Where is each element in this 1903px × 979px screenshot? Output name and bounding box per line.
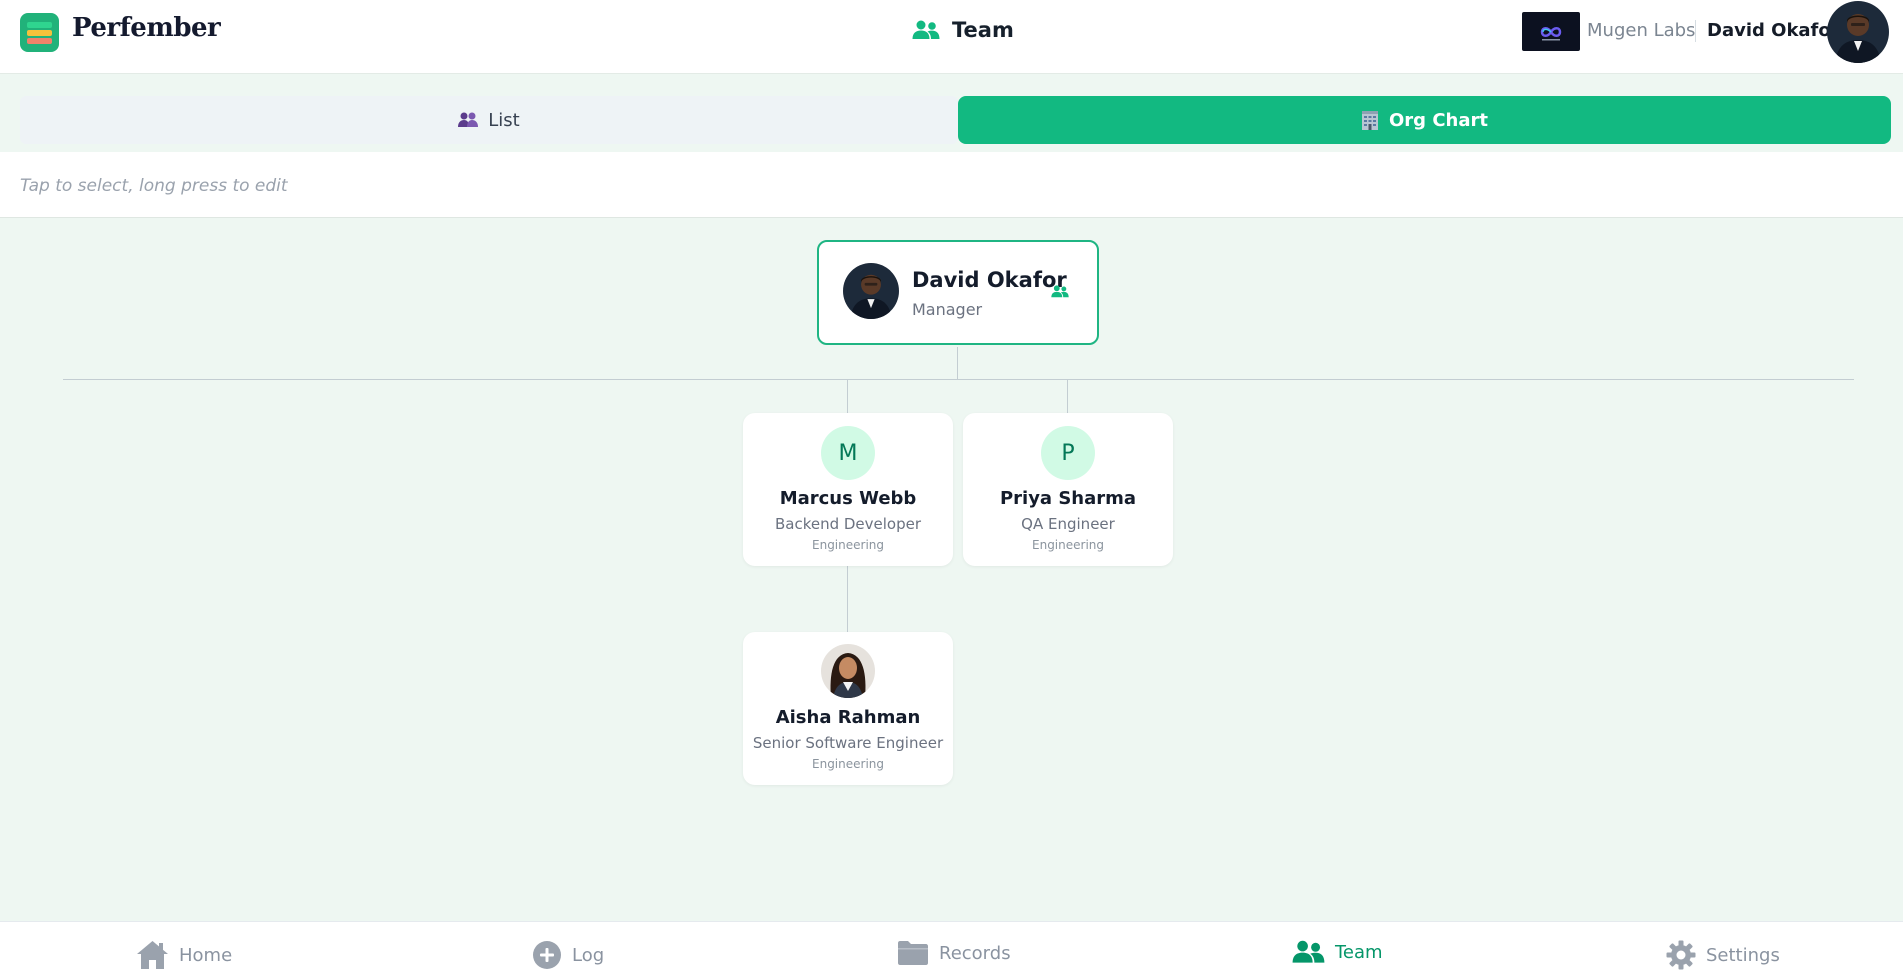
page-title: Team — [912, 18, 1014, 42]
avatar — [843, 263, 899, 319]
plus-circle-icon — [533, 941, 561, 969]
office-building-icon — [1362, 111, 1378, 130]
nav-log-label: Log — [572, 944, 605, 966]
app-header: Perfember Team Mugen Labs David Okafor — [0, 0, 1903, 74]
nav-team[interactable]: Team — [1292, 940, 1383, 964]
org-node-root[interactable]: David Okafor Manager — [817, 240, 1099, 345]
node-department: Engineering — [1032, 538, 1104, 552]
hint-text: Tap to select, long press to edit — [20, 176, 288, 196]
node-role: QA Engineer — [1021, 515, 1115, 533]
connector-line — [1067, 380, 1068, 413]
node-name: Aisha Rahman — [775, 707, 921, 728]
connector-line — [957, 347, 958, 380]
org-logo[interactable] — [1522, 12, 1580, 51]
team-icon — [1292, 940, 1325, 963]
node-name: Priya Sharma — [999, 488, 1137, 509]
node-role: Backend Developer — [774, 515, 922, 533]
user-name[interactable]: David Okafor — [1707, 20, 1840, 41]
hint-bar: Tap to select, long press to edit — [0, 152, 1903, 218]
org-name[interactable]: Mugen Labs — [1587, 20, 1695, 41]
team-icon — [1051, 283, 1069, 302]
nav-settings[interactable]: Settings — [1666, 940, 1780, 970]
nav-home-label: Home — [179, 944, 233, 966]
connector-line — [63, 379, 1854, 380]
connector-line — [847, 380, 848, 413]
avatar — [821, 644, 875, 698]
view-toggle: List Org Chart — [20, 96, 1891, 144]
node-name: Marcus Webb — [779, 488, 917, 509]
infinity-logo-icon — [1540, 26, 1562, 40]
org-chart: David Okafor Manager M Marcus Webb Backe… — [0, 219, 1903, 921]
user-avatar[interactable] — [1827, 1, 1889, 63]
tab-org-chart[interactable]: Org Chart — [958, 96, 1891, 144]
node-name: David Okafor — [912, 268, 1067, 292]
nav-home[interactable]: Home — [136, 940, 232, 970]
nav-settings-label: Settings — [1706, 944, 1780, 966]
avatar-initial: P — [1041, 426, 1095, 480]
brand-name[interactable]: Perfember — [72, 13, 221, 43]
tab-list-label: List — [488, 109, 520, 131]
node-department: Engineering — [812, 757, 884, 771]
folder-icon — [898, 941, 928, 965]
page-title-text: Team — [952, 18, 1014, 42]
nav-records-label: Records — [939, 942, 1011, 964]
app-logo-icon[interactable] — [20, 13, 59, 52]
tab-org-chart-label: Org Chart — [1389, 109, 1488, 131]
org-node-marcus-webb[interactable]: M Marcus Webb Backend Developer Engineer… — [743, 413, 953, 566]
nav-log[interactable]: Log — [532, 940, 604, 970]
people-icon — [458, 112, 479, 127]
nav-records[interactable]: Records — [897, 940, 1011, 966]
node-department: Engineering — [812, 538, 884, 552]
home-icon — [137, 941, 168, 969]
gear-icon — [1666, 940, 1696, 970]
node-role: Senior Software Engineer — [752, 734, 944, 752]
header-divider — [1695, 20, 1696, 42]
team-icon — [912, 20, 940, 39]
bottom-nav: Home Log Records Team Settings — [0, 921, 1903, 979]
tab-list[interactable]: List — [20, 96, 958, 144]
nav-team-label: Team — [1335, 941, 1383, 963]
org-node-aisha-rahman[interactable]: Aisha Rahman Senior Software Engineer En… — [743, 632, 953, 785]
node-role: Manager — [912, 300, 983, 319]
avatar-initial: M — [821, 426, 875, 480]
org-node-priya-sharma[interactable]: P Priya Sharma QA Engineer Engineering — [963, 413, 1173, 566]
